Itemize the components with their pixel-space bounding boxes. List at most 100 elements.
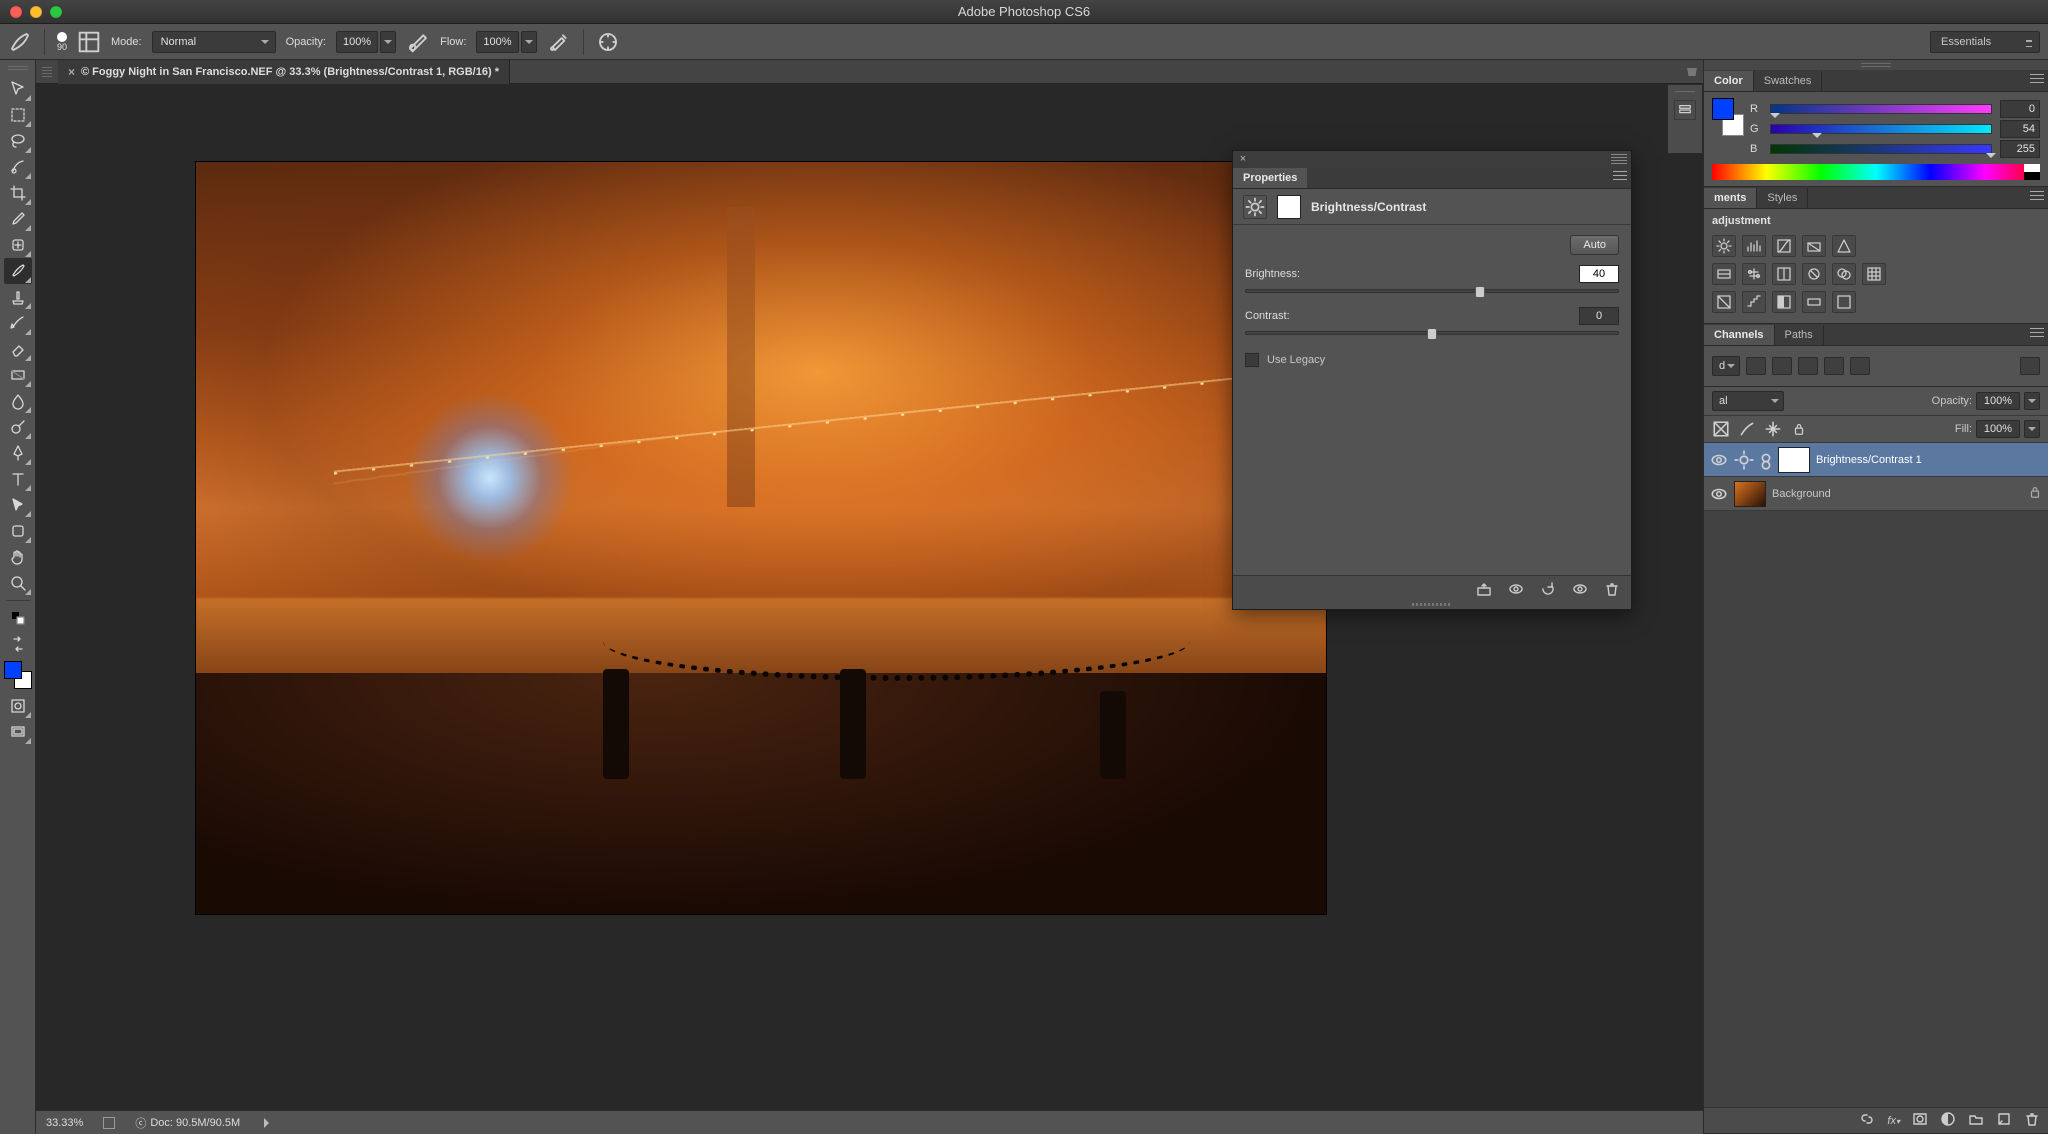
b-slider[interactable] <box>1770 144 1992 154</box>
dock-grip[interactable] <box>1704 60 2048 70</box>
contrast-input[interactable]: 0 <box>1579 307 1619 325</box>
adjustments-panel-menu[interactable] <box>2030 191 2044 203</box>
use-legacy-checkbox[interactable] <box>1245 353 1259 367</box>
tab-channels[interactable]: Channels <box>1704 325 1775 345</box>
mask-link-icon[interactable] <box>1760 452 1772 468</box>
eyedropper-tool[interactable] <box>4 206 32 232</box>
color-panel-menu[interactable] <box>2030 74 2044 86</box>
layer-name[interactable]: Brightness/Contrast 1 <box>1816 454 1922 466</box>
status-menu-button[interactable] <box>264 1118 274 1128</box>
r-value[interactable]: 0 <box>2000 100 2040 118</box>
doc-info[interactable]: Doc: 90.5M/90.5M <box>150 1117 240 1129</box>
adj-photofilter-icon[interactable] <box>1802 263 1826 285</box>
adj-colorlookup-icon[interactable] <box>1862 263 1886 285</box>
crop-tool[interactable] <box>4 180 32 206</box>
tool-preset-picker[interactable] <box>8 30 32 54</box>
shape-tool[interactable] <box>4 518 32 544</box>
new-layer-button[interactable] <box>1996 1111 2012 1130</box>
brush-preset-picker[interactable]: 90 <box>57 32 67 52</box>
adj-threshold-icon[interactable] <box>1772 291 1796 313</box>
flow-dropdown[interactable] <box>521 31 537 53</box>
workspace-switcher[interactable]: Essentials <box>1930 31 2040 53</box>
clip-to-layer-button[interactable] <box>1475 581 1493 597</box>
history-brush-tool[interactable] <box>4 310 32 336</box>
view-previous-button[interactable] <box>1507 581 1525 597</box>
r-slider[interactable] <box>1770 104 1992 114</box>
layer-row-adjustment[interactable]: Brightness/Contrast 1 <box>1704 443 2048 477</box>
lock-pixels-icon[interactable] <box>1738 420 1756 438</box>
brush-tool[interactable] <box>4 258 32 284</box>
tab-color[interactable]: Color <box>1704 71 1754 91</box>
toggle-visibility-button[interactable] <box>1571 581 1589 597</box>
fg-color-chip[interactable] <box>1712 98 1734 120</box>
healing-brush-tool[interactable] <box>4 232 32 258</box>
adj-bw-icon[interactable] <box>1772 263 1796 285</box>
lock-position-icon[interactable] <box>1764 420 1782 438</box>
adj-brightness-icon[interactable] <box>1712 235 1736 257</box>
layer-opacity-dropdown[interactable] <box>2024 392 2040 410</box>
lock-all-icon[interactable] <box>1790 420 1808 438</box>
add-mask-button[interactable] <box>1912 1111 1928 1130</box>
default-colors-button[interactable] <box>4 605 32 631</box>
doc-tab-grip[interactable] <box>42 67 52 77</box>
adj-curves-icon[interactable] <box>1772 235 1796 257</box>
adj-colorbalance-icon[interactable] <box>1742 263 1766 285</box>
contrast-slider[interactable] <box>1245 331 1619 335</box>
reset-button[interactable] <box>1539 581 1557 597</box>
new-adjustment-button[interactable] <box>1940 1111 1956 1130</box>
filter-adjust-icon[interactable] <box>1772 357 1792 375</box>
filter-type-icon[interactable] <box>1798 357 1818 375</box>
collapse-panel-button[interactable] <box>1611 154 1627 164</box>
adj-selectivecolor-icon[interactable] <box>1832 291 1856 313</box>
hand-tool[interactable] <box>4 544 32 570</box>
opacity-field[interactable]: 100% <box>336 31 378 53</box>
color-spectrum-bar[interactable] <box>1712 164 2040 180</box>
new-group-button[interactable] <box>1968 1111 1984 1130</box>
layer-fx-button[interactable]: fx▾ <box>1887 1115 1900 1127</box>
adj-channelmixer-icon[interactable] <box>1832 263 1856 285</box>
collapsed-panel-strip[interactable] <box>1667 84 1703 154</box>
layer-thumbnail[interactable] <box>1734 481 1766 507</box>
screen-mode-button[interactable] <box>4 719 32 745</box>
adjustment-type-icon[interactable] <box>1243 195 1267 219</box>
filter-shape-icon[interactable] <box>1824 357 1844 375</box>
adj-posterize-icon[interactable] <box>1742 291 1766 313</box>
pressure-opacity-toggle[interactable] <box>406 30 430 54</box>
mask-thumb-icon[interactable] <box>1277 195 1301 219</box>
fill-field[interactable]: 100% <box>1976 420 2020 438</box>
color-fg-bg-chips[interactable] <box>1712 98 1738 130</box>
blur-tool[interactable] <box>4 388 32 414</box>
flow-field[interactable]: 100% <box>476 31 518 53</box>
visibility-toggle[interactable] <box>1710 485 1728 503</box>
opacity-dropdown[interactable] <box>380 31 396 53</box>
expand-status-icon[interactable] <box>103 1117 115 1129</box>
layer-filter-kind[interactable]: d <box>1712 356 1740 376</box>
layer-opacity-field[interactable]: 100% <box>1976 392 2020 410</box>
adj-gradientmap-icon[interactable] <box>1802 291 1826 313</box>
b-value[interactable]: 255 <box>2000 140 2040 158</box>
panel-resize-grip[interactable] <box>1233 601 1631 609</box>
layer-mask-thumbnail[interactable] <box>1778 447 1810 473</box>
delete-layer-button[interactable] <box>2024 1111 2040 1130</box>
fill-dropdown[interactable] <box>2024 420 2040 438</box>
eraser-tool[interactable] <box>4 336 32 362</box>
auto-button[interactable]: Auto <box>1570 235 1619 255</box>
lasso-tool[interactable] <box>4 128 32 154</box>
swap-colors-button[interactable] <box>4 631 32 657</box>
tab-paths[interactable]: Paths <box>1775 325 1824 345</box>
quick-select-tool[interactable] <box>4 154 32 180</box>
close-panel-button[interactable]: × <box>1237 153 1249 165</box>
adj-levels-icon[interactable] <box>1742 235 1766 257</box>
tab-styles[interactable]: Styles <box>1757 188 1808 208</box>
brush-panel-toggle[interactable] <box>77 30 101 54</box>
airbrush-toggle[interactable] <box>547 30 571 54</box>
filter-smart-icon[interactable] <box>1850 357 1870 375</box>
tools-grip[interactable] <box>8 66 28 72</box>
blend-mode-dropdown[interactable]: al <box>1712 391 1784 411</box>
pen-tool[interactable] <box>4 440 32 466</box>
adj-hue-icon[interactable] <box>1712 263 1736 285</box>
blend-mode-select[interactable]: Normal <box>152 31 276 53</box>
move-tool[interactable] <box>4 76 32 102</box>
dodge-tool[interactable] <box>4 414 32 440</box>
path-select-tool[interactable] <box>4 492 32 518</box>
